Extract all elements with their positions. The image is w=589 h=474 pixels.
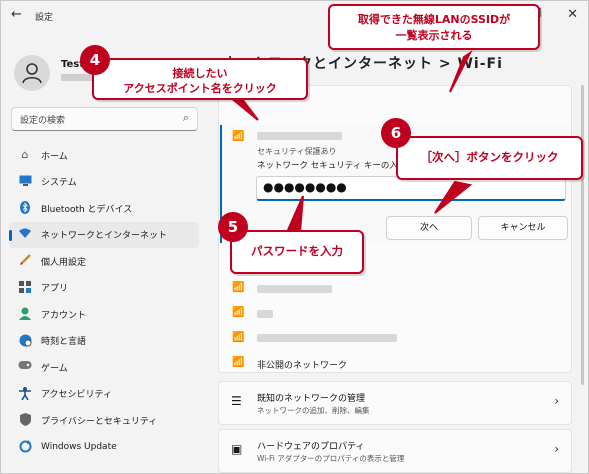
- callout-text: 接続したい: [172, 67, 228, 80]
- callout-text: アクセスポイント名をクリック: [123, 82, 277, 95]
- step-number-4: 4: [80, 45, 110, 75]
- callout-select-ap: 接続したい アクセスポイント名をクリック: [92, 58, 308, 100]
- callout-text: 一覧表示される: [395, 29, 473, 42]
- callout-click-next: ［次へ］ボタンをクリック: [396, 136, 583, 180]
- callout-text: 取得できた無線LANのSSIDが: [357, 13, 511, 26]
- callout-ssid-list: 取得できた無線LANのSSIDが 一覧表示される: [328, 4, 540, 50]
- callout-enter-password: パスワードを入力: [230, 230, 364, 274]
- step-number-6: 6: [381, 118, 411, 148]
- step-number-5: 5: [218, 212, 248, 242]
